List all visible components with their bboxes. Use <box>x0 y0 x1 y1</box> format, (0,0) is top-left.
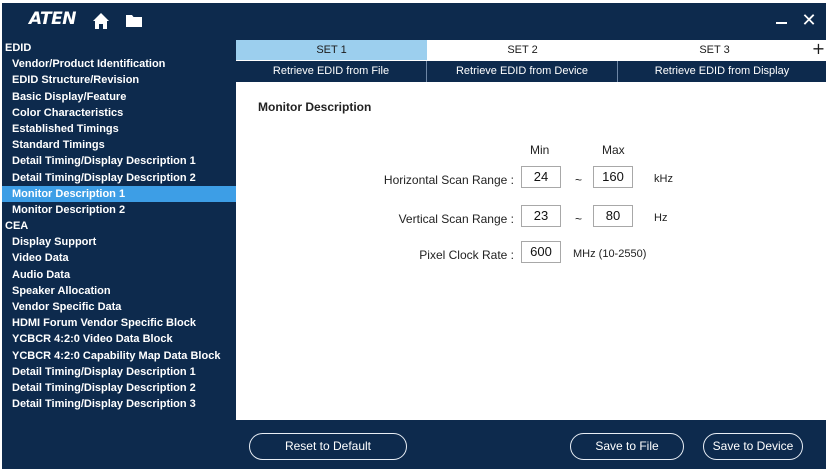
pixel-clock-input[interactable]: 600 <box>521 241 561 263</box>
tab-set-2[interactable]: SET 2 <box>427 40 618 60</box>
horizontal-unit: kHz <box>654 173 673 185</box>
sidebar-item[interactable]: Detail Timing/Display Description 1 <box>2 364 236 380</box>
section-title: Monitor Description <box>258 100 372 114</box>
horizontal-min-input[interactable]: 24 <box>521 166 561 188</box>
vertical-scan-label: Vertical Scan Range : <box>398 212 514 226</box>
sidebar-item[interactable]: Audio Data <box>2 267 236 283</box>
pixel-clock-label: Pixel Clock Rate : <box>419 248 514 262</box>
sidebar-item[interactable]: Established Timings <box>2 121 236 137</box>
app-window: ATEN ✕ EDID Vendor/Product Identification… <box>2 3 826 469</box>
sidebar-item[interactable]: Vendor Specific Data <box>2 299 236 315</box>
sidebar-item[interactable]: Color Characteristics <box>2 105 236 121</box>
main-panel: SET 1 SET 2 SET 3 + Retrieve EDID from F… <box>236 40 826 420</box>
sidebar-section-header[interactable]: EDID <box>2 40 236 56</box>
vertical-max-input[interactable]: 80 <box>593 205 633 227</box>
home-icon[interactable] <box>92 12 110 30</box>
vertical-range-tilde: ~ <box>575 212 583 226</box>
sidebar-item[interactable]: Speaker Allocation <box>2 283 236 299</box>
retrieve-from-display-button[interactable]: Retrieve EDID from Display <box>618 61 826 82</box>
horizontal-scan-label: Horizontal Scan Range : <box>383 173 514 187</box>
sidebar-item[interactable]: Basic Display/Feature <box>2 89 236 105</box>
retrieve-from-device-button[interactable]: Retrieve EDID from Device <box>427 61 618 82</box>
sidebar-section-header[interactable]: CEA <box>2 218 236 234</box>
sidebar-item[interactable]: YCBCR 4:2:0 Video Data Block <box>2 331 236 347</box>
reset-to-default-button[interactable]: Reset to Default <box>249 433 407 460</box>
sidebar-item[interactable]: Display Support <box>2 234 236 250</box>
pixel-clock-unit: MHz (10-2550) <box>573 248 647 260</box>
save-to-device-button[interactable]: Save to Device <box>703 433 803 460</box>
vertical-unit: Hz <box>654 212 668 224</box>
sidebar-item[interactable]: Detail Timing/Display Description 2 <box>2 380 236 396</box>
sidebar-item[interactable]: Detail Timing/Display Description 2 <box>2 170 236 186</box>
aten-logo: ATEN <box>29 9 76 29</box>
folder-icon[interactable] <box>126 14 142 27</box>
close-button[interactable]: ✕ <box>799 11 819 31</box>
retrieve-toolbar: Retrieve EDID from File Retrieve EDID fr… <box>236 61 826 82</box>
sidebar-item[interactable]: Video Data <box>2 250 236 266</box>
sidebar-item[interactable]: YCBCR 4:2:0 Capability Map Data Block <box>2 348 236 364</box>
tab-set-3[interactable]: SET 3 <box>618 40 811 60</box>
sidebar-item[interactable]: Standard Timings <box>2 137 236 153</box>
retrieve-from-file-button[interactable]: Retrieve EDID from File <box>236 61 427 82</box>
minimize-button[interactable] <box>773 13 791 31</box>
sidebar-item[interactable]: Vendor/Product Identification <box>2 56 236 72</box>
title-bar: ATEN ✕ <box>2 3 826 40</box>
sidebar-item[interactable]: Monitor Description 1 <box>2 185 236 202</box>
sidebar: EDID Vendor/Product Identification EDID St… <box>2 40 236 469</box>
sidebar-item[interactable]: EDID Structure/Revision <box>2 72 236 88</box>
sidebar-item[interactable]: HDMI Forum Vendor Specific Block <box>2 315 236 331</box>
save-to-file-button[interactable]: Save to File <box>570 433 684 460</box>
horizontal-range-tilde: ~ <box>575 173 583 187</box>
max-header: Max <box>602 143 625 157</box>
vertical-min-input[interactable]: 23 <box>521 205 561 227</box>
horizontal-max-input[interactable]: 160 <box>593 166 633 188</box>
sidebar-item[interactable]: Monitor Description 2 <box>2 202 236 218</box>
footer-bar: Reset to Default Save to File Save to De… <box>236 420 826 469</box>
set-tabs: SET 1 SET 2 SET 3 + <box>236 40 826 60</box>
min-header: Min <box>530 143 550 157</box>
sidebar-list: EDID Vendor/Product Identification EDID St… <box>2 40 236 412</box>
add-set-button[interactable]: + <box>811 40 826 60</box>
sidebar-item[interactable]: Detail Timing/Display Description 1 <box>2 153 236 169</box>
sidebar-item[interactable]: Detail Timing/Display Description 3 <box>2 396 236 412</box>
tab-set-1[interactable]: SET 1 <box>236 40 427 60</box>
